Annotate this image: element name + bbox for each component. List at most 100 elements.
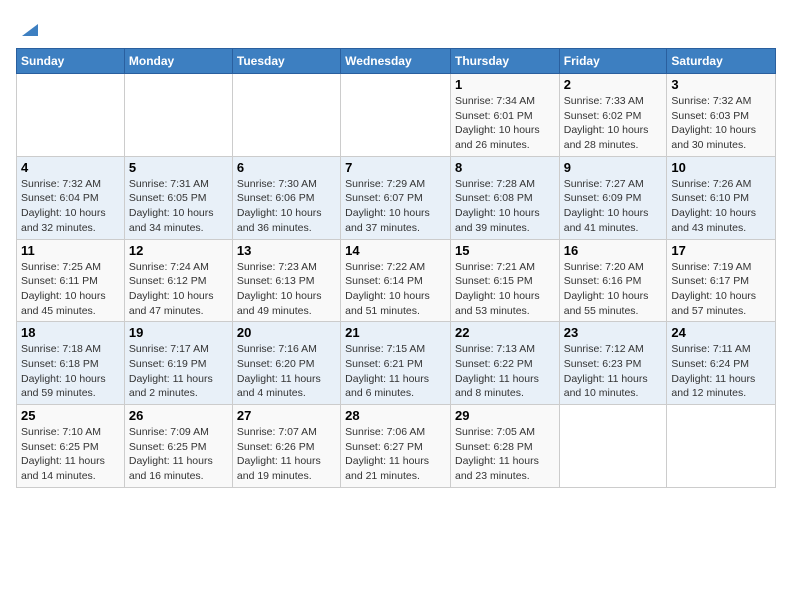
- calendar-cell: 23 Sunrise: 7:12 AM Sunset: 6:23 PM Dayli…: [559, 322, 667, 405]
- calendar-cell: 5 Sunrise: 7:31 AM Sunset: 6:05 PM Daylig…: [124, 156, 232, 239]
- calendar-cell: 15 Sunrise: 7:21 AM Sunset: 6:15 PM Dayli…: [450, 239, 559, 322]
- calendar-cell: 26 Sunrise: 7:09 AM Sunset: 6:25 PM Dayli…: [124, 405, 232, 488]
- calendar-cell: 1 Sunrise: 7:34 AM Sunset: 6:01 PM Daylig…: [450, 74, 559, 157]
- weekday-header-cell: Wednesday: [341, 49, 451, 74]
- calendar-cell: 13 Sunrise: 7:23 AM Sunset: 6:13 PM Dayli…: [232, 239, 340, 322]
- calendar-cell: 27 Sunrise: 7:07 AM Sunset: 6:26 PM Dayli…: [232, 405, 340, 488]
- day-info: Sunrise: 7:20 AM Sunset: 6:16 PM Dayligh…: [564, 260, 663, 319]
- day-number: 28: [345, 408, 446, 423]
- day-info: Sunrise: 7:06 AM Sunset: 6:27 PM Dayligh…: [345, 425, 446, 484]
- day-info: Sunrise: 7:32 AM Sunset: 6:04 PM Dayligh…: [21, 177, 120, 236]
- calendar-cell: 4Sunrise: 7:32 AM Sunset: 6:04 PM Daylig…: [17, 156, 125, 239]
- day-info: Sunrise: 7:12 AM Sunset: 6:23 PM Dayligh…: [564, 342, 663, 401]
- calendar-cell: 2 Sunrise: 7:33 AM Sunset: 6:02 PM Daylig…: [559, 74, 667, 157]
- day-info: Sunrise: 7:30 AM Sunset: 6:06 PM Dayligh…: [237, 177, 336, 236]
- day-number: 21: [345, 325, 446, 340]
- calendar-week-row: 1 Sunrise: 7:34 AM Sunset: 6:01 PM Daylig…: [17, 74, 776, 157]
- day-info: Sunrise: 7:26 AM Sunset: 6:10 PM Dayligh…: [671, 177, 771, 236]
- day-number: 23: [564, 325, 663, 340]
- calendar-cell: 8Sunrise: 7:28 AM Sunset: 6:08 PM Daylig…: [450, 156, 559, 239]
- weekday-header-cell: Monday: [124, 49, 232, 74]
- calendar-cell: 12 Sunrise: 7:24 AM Sunset: 6:12 PM Dayli…: [124, 239, 232, 322]
- day-info: Sunrise: 7:27 AM Sunset: 6:09 PM Dayligh…: [564, 177, 663, 236]
- day-number: 11: [21, 243, 120, 258]
- calendar-cell: [232, 74, 340, 157]
- day-number: 15: [455, 243, 555, 258]
- day-number: 27: [237, 408, 336, 423]
- day-info: Sunrise: 7:11 AM Sunset: 6:24 PM Dayligh…: [671, 342, 771, 401]
- logo-icon: [18, 16, 42, 40]
- day-info: Sunrise: 7:33 AM Sunset: 6:02 PM Dayligh…: [564, 94, 663, 153]
- day-info: Sunrise: 7:29 AM Sunset: 6:07 PM Dayligh…: [345, 177, 446, 236]
- calendar-cell: 9 Sunrise: 7:27 AM Sunset: 6:09 PM Daylig…: [559, 156, 667, 239]
- calendar-cell: 16 Sunrise: 7:20 AM Sunset: 6:16 PM Dayli…: [559, 239, 667, 322]
- day-info: Sunrise: 7:28 AM Sunset: 6:08 PM Dayligh…: [455, 177, 555, 236]
- weekday-header: SundayMondayTuesdayWednesdayThursdayFrid…: [17, 49, 776, 74]
- day-info: Sunrise: 7:10 AM Sunset: 6:25 PM Dayligh…: [21, 425, 120, 484]
- calendar-cell: 19Sunrise: 7:17 AM Sunset: 6:19 PM Dayli…: [124, 322, 232, 405]
- calendar-cell: [559, 405, 667, 488]
- calendar-cell: [124, 74, 232, 157]
- weekday-header-cell: Sunday: [17, 49, 125, 74]
- day-number: 22: [455, 325, 555, 340]
- day-number: 13: [237, 243, 336, 258]
- day-number: 18: [21, 325, 120, 340]
- day-number: 16: [564, 243, 663, 258]
- day-number: 25: [21, 408, 120, 423]
- day-info: Sunrise: 7:18 AM Sunset: 6:18 PM Dayligh…: [21, 342, 120, 401]
- weekday-header-cell: Friday: [559, 49, 667, 74]
- day-number: 10: [671, 160, 771, 175]
- day-info: Sunrise: 7:09 AM Sunset: 6:25 PM Dayligh…: [129, 425, 228, 484]
- day-number: 12: [129, 243, 228, 258]
- weekday-header-cell: Tuesday: [232, 49, 340, 74]
- day-number: 6: [237, 160, 336, 175]
- day-info: Sunrise: 7:25 AM Sunset: 6:11 PM Dayligh…: [21, 260, 120, 319]
- weekday-header-cell: Saturday: [667, 49, 776, 74]
- day-number: 20: [237, 325, 336, 340]
- day-info: Sunrise: 7:21 AM Sunset: 6:15 PM Dayligh…: [455, 260, 555, 319]
- day-number: 5: [129, 160, 228, 175]
- day-number: 26: [129, 408, 228, 423]
- calendar-cell: 3Sunrise: 7:32 AM Sunset: 6:03 PM Daylig…: [667, 74, 776, 157]
- calendar-cell: 10 Sunrise: 7:26 AM Sunset: 6:10 PM Dayli…: [667, 156, 776, 239]
- day-info: Sunrise: 7:19 AM Sunset: 6:17 PM Dayligh…: [671, 260, 771, 319]
- day-info: Sunrise: 7:05 AM Sunset: 6:28 PM Dayligh…: [455, 425, 555, 484]
- day-number: 29: [455, 408, 555, 423]
- calendar-week-row: 25 Sunrise: 7:10 AM Sunset: 6:25 PM Dayli…: [17, 405, 776, 488]
- day-info: Sunrise: 7:32 AM Sunset: 6:03 PM Dayligh…: [671, 94, 771, 153]
- calendar-week-row: 4Sunrise: 7:32 AM Sunset: 6:04 PM Daylig…: [17, 156, 776, 239]
- day-number: 9: [564, 160, 663, 175]
- calendar-cell: [667, 405, 776, 488]
- calendar-cell: 21Sunrise: 7:15 AM Sunset: 6:21 PM Dayli…: [341, 322, 451, 405]
- calendar-week-row: 18 Sunrise: 7:18 AM Sunset: 6:18 PM Dayli…: [17, 322, 776, 405]
- calendar-cell: 28 Sunrise: 7:06 AM Sunset: 6:27 PM Dayli…: [341, 405, 451, 488]
- calendar-cell: 14 Sunrise: 7:22 AM Sunset: 6:14 PM Dayli…: [341, 239, 451, 322]
- day-info: Sunrise: 7:23 AM Sunset: 6:13 PM Dayligh…: [237, 260, 336, 319]
- calendar-cell: [17, 74, 125, 157]
- day-number: 2: [564, 77, 663, 92]
- logo: [16, 16, 42, 40]
- calendar-cell: 11 Sunrise: 7:25 AM Sunset: 6:11 PM Dayli…: [17, 239, 125, 322]
- day-info: Sunrise: 7:31 AM Sunset: 6:05 PM Dayligh…: [129, 177, 228, 236]
- day-number: 19: [129, 325, 228, 340]
- day-info: Sunrise: 7:24 AM Sunset: 6:12 PM Dayligh…: [129, 260, 228, 319]
- day-info: Sunrise: 7:22 AM Sunset: 6:14 PM Dayligh…: [345, 260, 446, 319]
- calendar-cell: [341, 74, 451, 157]
- day-info: Sunrise: 7:13 AM Sunset: 6:22 PM Dayligh…: [455, 342, 555, 401]
- day-info: Sunrise: 7:07 AM Sunset: 6:26 PM Dayligh…: [237, 425, 336, 484]
- day-number: 1: [455, 77, 555, 92]
- calendar-body: 1 Sunrise: 7:34 AM Sunset: 6:01 PM Daylig…: [17, 74, 776, 488]
- weekday-header-cell: Thursday: [450, 49, 559, 74]
- calendar-cell: 17Sunrise: 7:19 AM Sunset: 6:17 PM Dayli…: [667, 239, 776, 322]
- day-number: 24: [671, 325, 771, 340]
- day-info: Sunrise: 7:34 AM Sunset: 6:01 PM Dayligh…: [455, 94, 555, 153]
- day-number: 14: [345, 243, 446, 258]
- calendar-week-row: 11 Sunrise: 7:25 AM Sunset: 6:11 PM Dayli…: [17, 239, 776, 322]
- day-number: 7: [345, 160, 446, 175]
- calendar-table: SundayMondayTuesdayWednesdayThursdayFrid…: [16, 48, 776, 488]
- calendar-cell: 18 Sunrise: 7:18 AM Sunset: 6:18 PM Dayli…: [17, 322, 125, 405]
- calendar-cell: 25 Sunrise: 7:10 AM Sunset: 6:25 PM Dayli…: [17, 405, 125, 488]
- calendar-cell: 29 Sunrise: 7:05 AM Sunset: 6:28 PM Dayli…: [450, 405, 559, 488]
- header: [16, 16, 776, 40]
- day-info: Sunrise: 7:16 AM Sunset: 6:20 PM Dayligh…: [237, 342, 336, 401]
